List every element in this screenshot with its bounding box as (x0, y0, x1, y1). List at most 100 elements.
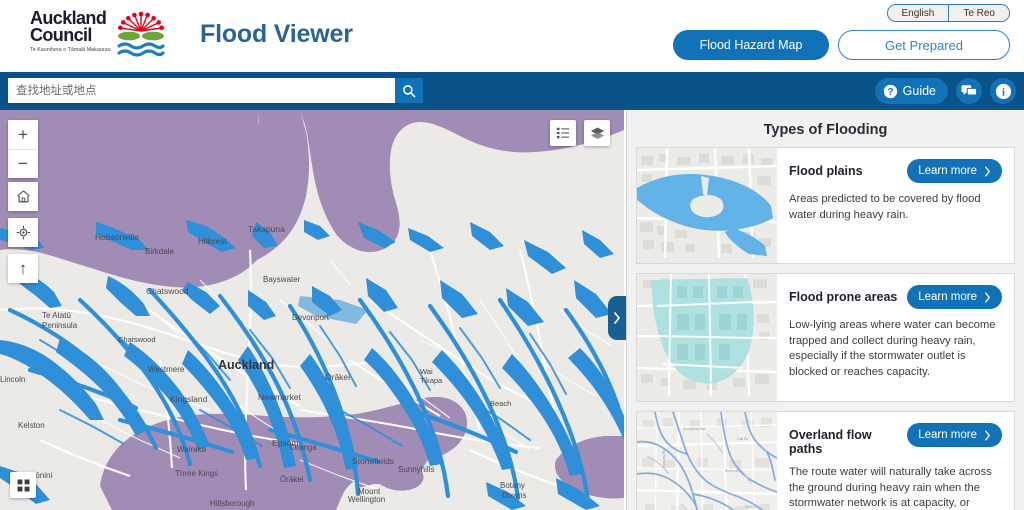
card-body: Overland flow paths Learn more The route… (777, 412, 1014, 510)
language-option-te-reo[interactable]: Te Reo (948, 5, 1009, 21)
search-input[interactable] (8, 78, 395, 103)
learn-more-button[interactable]: Learn more (907, 159, 1002, 183)
zoom-out-button[interactable]: − (8, 149, 38, 178)
map-label: Sunnyhills (398, 465, 434, 474)
map-label: Wairaka (177, 445, 207, 454)
map-label: Bayswater (263, 275, 301, 284)
search-button[interactable] (395, 78, 423, 103)
map-label: Downs (502, 491, 526, 500)
flood-hazard-map-button[interactable]: Flood Hazard Map (673, 30, 829, 60)
map-label: Devonport (292, 313, 330, 322)
svg-text:i: i (1001, 86, 1004, 98)
chevron-right-icon (985, 165, 990, 177)
map-label: Hillcrest (198, 237, 227, 246)
map-label: Lincoln (0, 375, 25, 384)
logo-line-council: Council (30, 25, 92, 45)
card-header: Overland flow paths Learn more (789, 423, 1002, 456)
map-label: Wellington (348, 495, 385, 504)
flood-type-card[interactable]: Sunnybrae Ave Oak Rd Mainway Rd Rivers S… (636, 411, 1015, 510)
widgets-button[interactable] (10, 472, 36, 498)
map-label: Hillsborough (210, 499, 254, 508)
map-label: Chatswood (146, 286, 189, 296)
feedback-button[interactable] (956, 78, 982, 104)
panel-title: Types of Flooding (763, 122, 888, 138)
card-title: Flood plains (789, 164, 863, 178)
chevron-right-icon (985, 429, 990, 441)
card-description: Areas predicted to be covered by flood w… (789, 193, 981, 221)
locate-control[interactable] (8, 218, 38, 247)
card-description: The route water will naturally take acro… (789, 466, 992, 509)
flood-viewer-app: Auckland Council Te Kaunihera o Tāmaki M… (0, 0, 1024, 510)
guide-label: Guide (902, 84, 936, 98)
card-body: Flood prone areas Learn more Low-lying a… (777, 274, 1014, 401)
guide-button[interactable]: ? Guide (874, 78, 948, 104)
svg-text:Rivers St: Rivers St (725, 469, 738, 473)
learn-more-label: Learn more (918, 291, 977, 303)
home-control[interactable] (8, 182, 38, 211)
map-label: Westmere (148, 365, 185, 374)
svg-text:Oak Rd: Oak Rd (737, 437, 748, 441)
map-label: Beach (490, 399, 511, 408)
search-box (8, 78, 423, 103)
language-toggle[interactable]: English Te Reo (886, 4, 1010, 22)
map-graphic: Hobsonville Birkdale Hillcrest Takapuna … (0, 110, 624, 510)
map-label: Oranga (290, 443, 317, 452)
info-icon: i (995, 83, 1011, 99)
auckland-council-logo[interactable]: Auckland Council Te Kaunihera o Tāmaki M… (30, 8, 180, 60)
home-button[interactable] (8, 182, 38, 211)
language-option-english[interactable]: English (887, 5, 949, 21)
pohutukawa-logo-icon (117, 11, 165, 57)
feedback-chat-icon (961, 85, 977, 96)
top-header: Auckland Council Te Kaunihera o Tāmaki M… (0, 0, 1024, 72)
map-top-right-tools (550, 120, 610, 146)
svg-text:Park Ln: Park Ln (745, 505, 757, 509)
info-button[interactable]: i (990, 78, 1016, 104)
map-label: Three Kings (175, 469, 218, 478)
card-title: Flood prone areas (789, 290, 898, 304)
map-label: Kingsland (170, 394, 208, 404)
svg-text:Sunnybrae Ave: Sunnybrae Ave (683, 427, 705, 431)
types-of-flooding-panel: Types of Flooding Flood plains Learn mor… (626, 110, 1024, 510)
zoom-controls[interactable]: + − (8, 120, 38, 178)
header-tools: ? Guide i (874, 78, 1016, 104)
panel-collapse-handle[interactable] (608, 296, 626, 340)
question-mark-icon: ? (883, 84, 897, 98)
map-label: Hobsonville (95, 232, 139, 242)
north-arrow-button[interactable]: ↑ (8, 254, 38, 283)
map-label: Tikapa (420, 376, 443, 385)
flood-prone-area-map-thumbnail (637, 274, 777, 401)
zoom-in-button[interactable]: + (8, 120, 38, 149)
card-title: Overland flow paths (789, 428, 872, 456)
map-label: Botany (500, 481, 525, 490)
map-label: Birkdale (145, 247, 174, 256)
north-control[interactable]: ↑ (8, 254, 38, 283)
learn-more-button[interactable]: Learn more (907, 423, 1002, 447)
card-header: Flood prone areas Learn more (789, 285, 1002, 309)
svg-text:Mainway Rd: Mainway Rd (662, 450, 666, 468)
flood-plain-map-thumbnail (637, 148, 777, 263)
learn-more-button[interactable]: Learn more (907, 285, 1002, 309)
map-label: Newmarket (258, 392, 302, 402)
legend-button[interactable] (550, 120, 576, 146)
home-icon (16, 190, 30, 203)
flood-type-card[interactable]: Flood prone areas Learn more Low-lying a… (636, 273, 1015, 402)
flood-type-card[interactable]: Flood plains Learn more Areas predicted … (636, 147, 1015, 264)
locate-crosshair-icon (16, 225, 30, 240)
map-label: Auckland (218, 358, 274, 372)
page-title: Flood Viewer (200, 20, 353, 48)
map-label: Te Atatū (42, 311, 71, 320)
map-canvas[interactable]: Hobsonville Birkdale Hillcrest Takapuna … (0, 110, 624, 510)
get-prepared-button[interactable]: Get Prepared (838, 30, 1010, 60)
svg-text:?: ? (887, 87, 893, 98)
map-label: Chatswood (118, 335, 156, 344)
map-label: Wai (420, 367, 433, 376)
learn-more-label: Learn more (918, 165, 977, 177)
locate-button[interactable] (8, 218, 38, 247)
legend-list-icon (556, 127, 570, 139)
map-label: Ōrākei (280, 475, 304, 484)
map-label: Takapuna (248, 224, 285, 234)
search-icon (403, 84, 416, 97)
logo-tagline: Te Kaunihera o Tāmaki Makaurau (30, 47, 111, 53)
basemap-button[interactable] (584, 120, 610, 146)
card-body: Flood plains Learn more Areas predicted … (777, 148, 1014, 263)
